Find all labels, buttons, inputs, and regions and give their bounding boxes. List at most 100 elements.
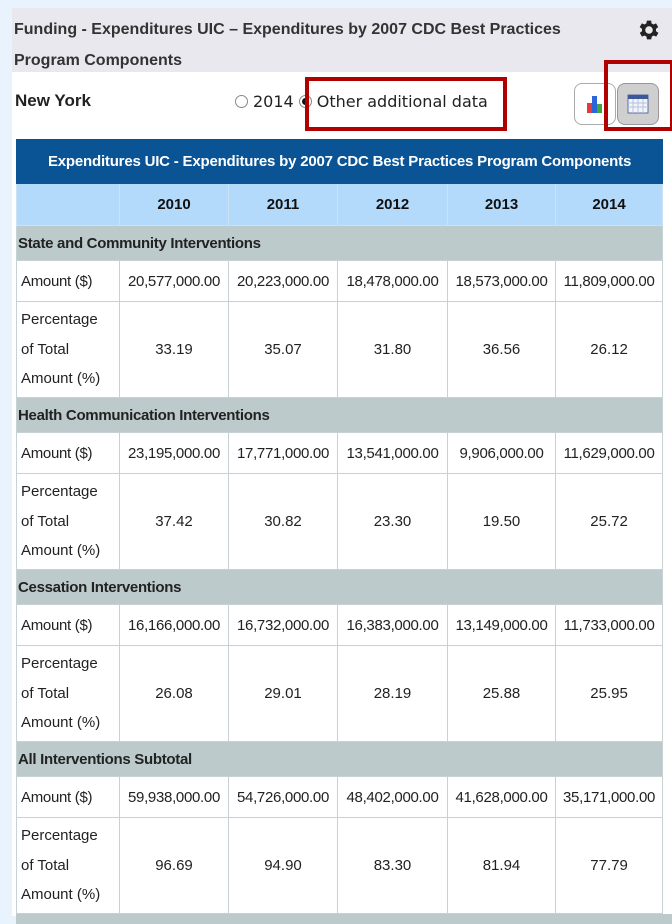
percentage-cell: 81.94 — [447, 817, 556, 914]
percentage-row: Percentage of Total Amount (%) 96.69 94.90 83… — [16, 817, 664, 914]
year-header: 2012 — [337, 183, 448, 226]
percentage-label-line: of Total — [21, 684, 70, 702]
year-header: 2011 — [228, 183, 338, 226]
percentage-cell: 28.19 — [337, 645, 448, 742]
percentage-row: Percentage of Total Amount (%) 37.42 30.82 23… — [16, 473, 664, 570]
amount-cell: 16,383,000.00 — [337, 604, 448, 646]
table-icon — [627, 94, 649, 114]
percentage-cell: 23.30 — [337, 473, 448, 570]
amount-row-label: Amount ($) — [16, 604, 120, 646]
amount-cell: 17,771,000.00 — [228, 432, 338, 474]
amount-cell: 11,733,000.00 — [554, 604, 664, 646]
percentage-cell: 77.79 — [554, 817, 664, 914]
state-name: New York — [15, 91, 91, 110]
widget-header: Funding - Expenditures UIC – Expenditure… — [12, 8, 672, 72]
percentage-label-line: Amount (%) — [21, 714, 101, 732]
percentage-cell: 26.12 — [554, 301, 664, 398]
amount-cell: 20,223,000.00 — [228, 260, 338, 302]
percentage-cell: 96.69 — [119, 817, 229, 914]
section-row: State and Community Interventions — [15, 225, 664, 261]
section-row: All Interventions Subtotal — [15, 741, 664, 777]
amount-cell: 20,577,000.00 — [119, 260, 229, 302]
radio-2014[interactable]: 2014 — [235, 92, 294, 111]
table-caption: Expenditures UIC - Expenditures by 2007 … — [15, 139, 664, 184]
percentage-label-line: Percentage — [21, 483, 98, 501]
amount-cell: 11,809,000.00 — [554, 260, 664, 302]
percentage-row-label: Percentage of Total Amount (%) — [16, 645, 120, 742]
amount-row: Amount ($) 20,577,000.00 20,223,000.00 18,4… — [16, 260, 664, 302]
radio-other-additional-data[interactable]: Other additional data — [298, 91, 488, 111]
percentage-row-label: Percentage of Total Amount (%) — [16, 301, 120, 398]
amount-row: Amount ($) 16,166,000.00 16,732,000.00 16,3… — [16, 604, 664, 646]
percentage-row: Percentage of Total Amount (%) 26.08 29.01 28… — [16, 645, 664, 742]
radio-label-2014: 2014 — [253, 91, 294, 111]
percentage-label-line: of Total — [21, 512, 70, 530]
year-header: 2010 — [119, 183, 229, 226]
percentage-cell: 35.07 — [228, 301, 338, 398]
amount-row-label: Amount ($) — [16, 260, 120, 302]
amount-cell: 18,573,000.00 — [447, 260, 556, 302]
percentage-cell: 25.88 — [447, 645, 556, 742]
amount-cell: 9,906,000.00 — [447, 432, 556, 474]
data-table-container: Expenditures UIC - Expenditures by 2007 … — [15, 139, 672, 924]
amount-cell: 54,726,000.00 — [228, 776, 338, 818]
percentage-cell: 19.50 — [447, 473, 556, 570]
amount-cell: 16,166,000.00 — [119, 604, 229, 646]
bar-chart-icon — [587, 96, 602, 113]
percentage-cell: 25.95 — [554, 645, 664, 742]
percentage-cell: 37.42 — [119, 473, 229, 570]
amount-cell: 23,195,000.00 — [119, 432, 229, 474]
table-view-button[interactable] — [617, 83, 659, 125]
section-title: All Interventions Subtotal — [15, 741, 664, 777]
percentage-cell: 25.72 — [554, 473, 664, 570]
year-header: 2013 — [447, 183, 556, 226]
year-header-row: 2010 2011 2012 2013 2014 — [16, 183, 664, 226]
percentage-label-line: of Total — [21, 340, 70, 358]
widget-panel: Funding - Expenditures UIC – Expenditure… — [12, 8, 672, 924]
amount-row: Amount ($) 23,195,000.00 17,771,000.00 13,5… — [16, 432, 664, 474]
percentage-cell: 31.80 — [337, 301, 448, 398]
amount-cell: 18,478,000.00 — [337, 260, 448, 302]
percentage-row-label: Percentage of Total Amount (%) — [16, 473, 120, 570]
amount-row-label: Amount ($) — [16, 776, 120, 818]
radio-button-other-additional-data[interactable] — [298, 94, 312, 108]
percentage-label-line: Amount (%) — [21, 886, 101, 904]
percentage-row: Percentage of Total Amount (%) 33.19 35.07 31… — [16, 301, 664, 398]
percentage-cell: 36.56 — [447, 301, 556, 398]
percentage-cell: 26.08 — [119, 645, 229, 742]
data-source-radio-group: 2014 Other additional data — [235, 88, 488, 114]
percentage-row-label: Percentage of Total Amount (%) — [16, 817, 120, 914]
amount-cell: 48,402,000.00 — [337, 776, 448, 818]
section-title: State and Community Interventions — [15, 225, 664, 261]
chart-view-button[interactable] — [574, 83, 616, 125]
percentage-label-line: of Total — [21, 856, 70, 874]
radio-label-other-additional-data: Other additional data — [316, 91, 488, 111]
section-title: Health Communication Interventions — [15, 397, 664, 433]
percentage-label-line: Percentage — [21, 311, 98, 329]
amount-cell: 59,938,000.00 — [119, 776, 229, 818]
amount-cell: 13,149,000.00 — [447, 604, 556, 646]
percentage-cell: 94.90 — [228, 817, 338, 914]
percentage-cell: 33.19 — [119, 301, 229, 398]
section-title: Cessation Interventions — [15, 569, 664, 605]
year-header-blank — [16, 183, 120, 226]
radio-button-2014[interactable] — [235, 94, 248, 108]
gear-icon[interactable] — [636, 17, 662, 43]
amount-row: Amount ($) 59,938,000.00 54,726,000.00 48,4… — [16, 776, 664, 818]
amount-row-label: Amount ($) — [16, 432, 120, 474]
percentage-label-line: Percentage — [21, 827, 98, 845]
percentage-label-line: Amount (%) — [21, 542, 101, 560]
year-header: 2014 — [554, 183, 664, 226]
percentage-cell: 83.30 — [337, 817, 448, 914]
amount-cell: 35,171,000.00 — [554, 776, 664, 818]
section-row: Cessation Interventions — [15, 569, 664, 605]
percentage-cell: 30.82 — [228, 473, 338, 570]
amount-cell: 16,732,000.00 — [228, 604, 338, 646]
percentage-label-line: Percentage — [21, 655, 98, 673]
percentage-label-line: Amount (%) — [21, 370, 101, 388]
widget-title: Funding - Expenditures UIC – Expenditure… — [14, 21, 561, 69]
percentage-cell: 29.01 — [228, 645, 338, 742]
expenditures-table: Expenditures UIC - Expenditures by 2007 … — [15, 139, 664, 914]
amount-cell: 11,629,000.00 — [554, 432, 664, 474]
amount-cell: 13,541,000.00 — [337, 432, 448, 474]
